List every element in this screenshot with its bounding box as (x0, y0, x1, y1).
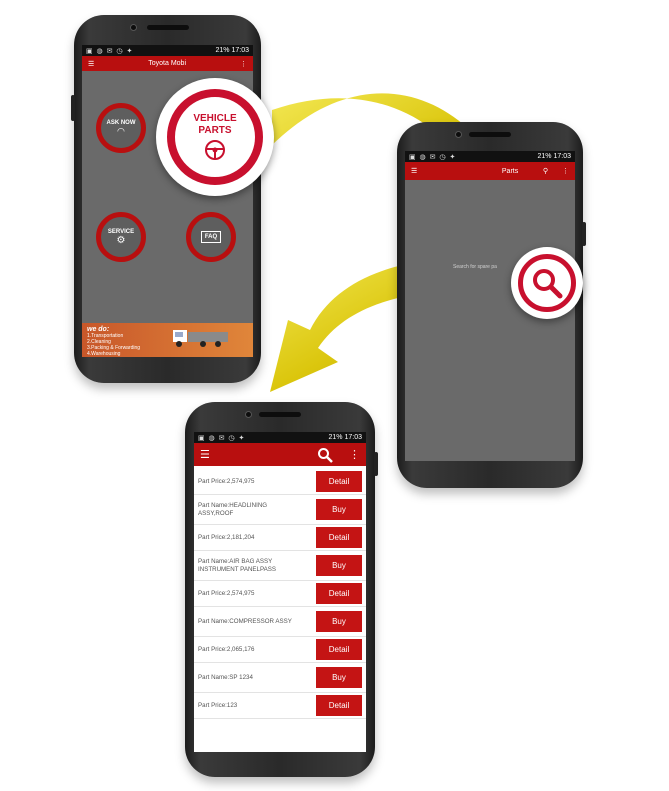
hamburger-menu-icon[interactable]: ☰ (200, 448, 210, 461)
parts-list: Part Price:2,574,975 Detail Part Name:HE… (194, 466, 366, 719)
detail-button[interactable]: Detail (316, 695, 362, 716)
search-hint: Search for spare pa (453, 264, 497, 270)
search-icon[interactable] (317, 447, 333, 463)
chat-bubble-icon: ◠ (117, 125, 125, 136)
results-screen: ▣ ◍ ✉ ◷ ✦ 21% 17:03 ☰ ⋮ Part Price:2,574… (194, 432, 366, 752)
list-item: Part Price:2,181,204 Detail (194, 525, 366, 551)
steering-wheel-icon (205, 140, 225, 160)
search-icon[interactable]: ⚲ (543, 167, 548, 175)
services-banner: we do: 1.Transportation 2.Cleaning 3.Pac… (82, 323, 253, 357)
hamburger-menu-icon[interactable]: ☰ (411, 167, 417, 175)
list-item: Part Name:SP 1234 Buy (194, 663, 366, 693)
overflow-menu-icon[interactable]: ⋮ (562, 167, 569, 175)
service-button[interactable]: SERVICE ⚙ (96, 212, 146, 262)
phone-home: ▣ ◍ ✉ ◷ ✦ 21% 17:03 ☰ Toyota Mobi ⋮ ASK … (71, 15, 261, 383)
list-item: Part Price:123 Detail (194, 693, 366, 719)
overflow-menu-icon[interactable]: ⋮ (240, 60, 247, 68)
ask-now-button[interactable]: ASK NOW ◠ (96, 103, 146, 153)
hamburger-menu-icon[interactable]: ☰ (88, 60, 94, 68)
home-app-bar: ☰ Toyota Mobi ⋮ (82, 56, 253, 71)
gears-icon: ⚙ (116, 234, 126, 246)
phone-results: ▣ ◍ ✉ ◷ ✦ 21% 17:03 ☰ ⋮ Part Price:2,574… (185, 402, 378, 777)
search-app-bar: ☰ Parts ⚲ ⋮ (405, 162, 575, 180)
vehicle-parts-button[interactable]: VEHICLE PARTS (156, 78, 274, 196)
faq-button[interactable]: FAQ (186, 212, 236, 262)
magnifier-icon (533, 269, 563, 299)
list-item: Part Price:2,574,975 Detail (194, 581, 366, 607)
truck-image (173, 330, 228, 347)
faq-board-icon: FAQ (200, 231, 222, 243)
buy-button[interactable]: Buy (316, 611, 362, 632)
list-item: Part Price:2,065,176 Detail (194, 637, 366, 663)
buy-button[interactable]: Buy (316, 555, 362, 576)
detail-button[interactable]: Detail (316, 471, 362, 492)
buy-button[interactable]: Buy (316, 499, 362, 520)
buy-button[interactable]: Buy (316, 667, 362, 688)
app-title: Toyota Mobi (148, 60, 187, 67)
list-item: Part Name:AIR BAG ASSY INSTRUMENT PANELP… (194, 551, 366, 581)
detail-button[interactable]: Detail (316, 527, 362, 548)
status-bar: ▣ ◍ ✉ ◷ ✦ 21% 17:03 (405, 151, 575, 162)
list-item: Part Name:HEADLINING ASSY,ROOF Buy (194, 495, 366, 525)
list-item: Part Name:COMPRESSOR ASSY Buy (194, 607, 366, 637)
list-item: Part Price:2,574,975 Detail (194, 469, 366, 495)
results-app-bar: ☰ ⋮ (194, 443, 366, 466)
detail-button[interactable]: Detail (316, 583, 362, 604)
page-title: Parts (501, 167, 519, 175)
overflow-menu-icon[interactable]: ⋮ (349, 448, 360, 461)
status-bar: ▣ ◍ ✉ ◷ ✦ 21% 17:03 (194, 432, 366, 443)
status-bar: ▣ ◍ ✉ ◷ ✦ 21% 17:03 (82, 45, 253, 56)
detail-button[interactable]: Detail (316, 639, 362, 660)
search-button[interactable] (511, 247, 583, 319)
